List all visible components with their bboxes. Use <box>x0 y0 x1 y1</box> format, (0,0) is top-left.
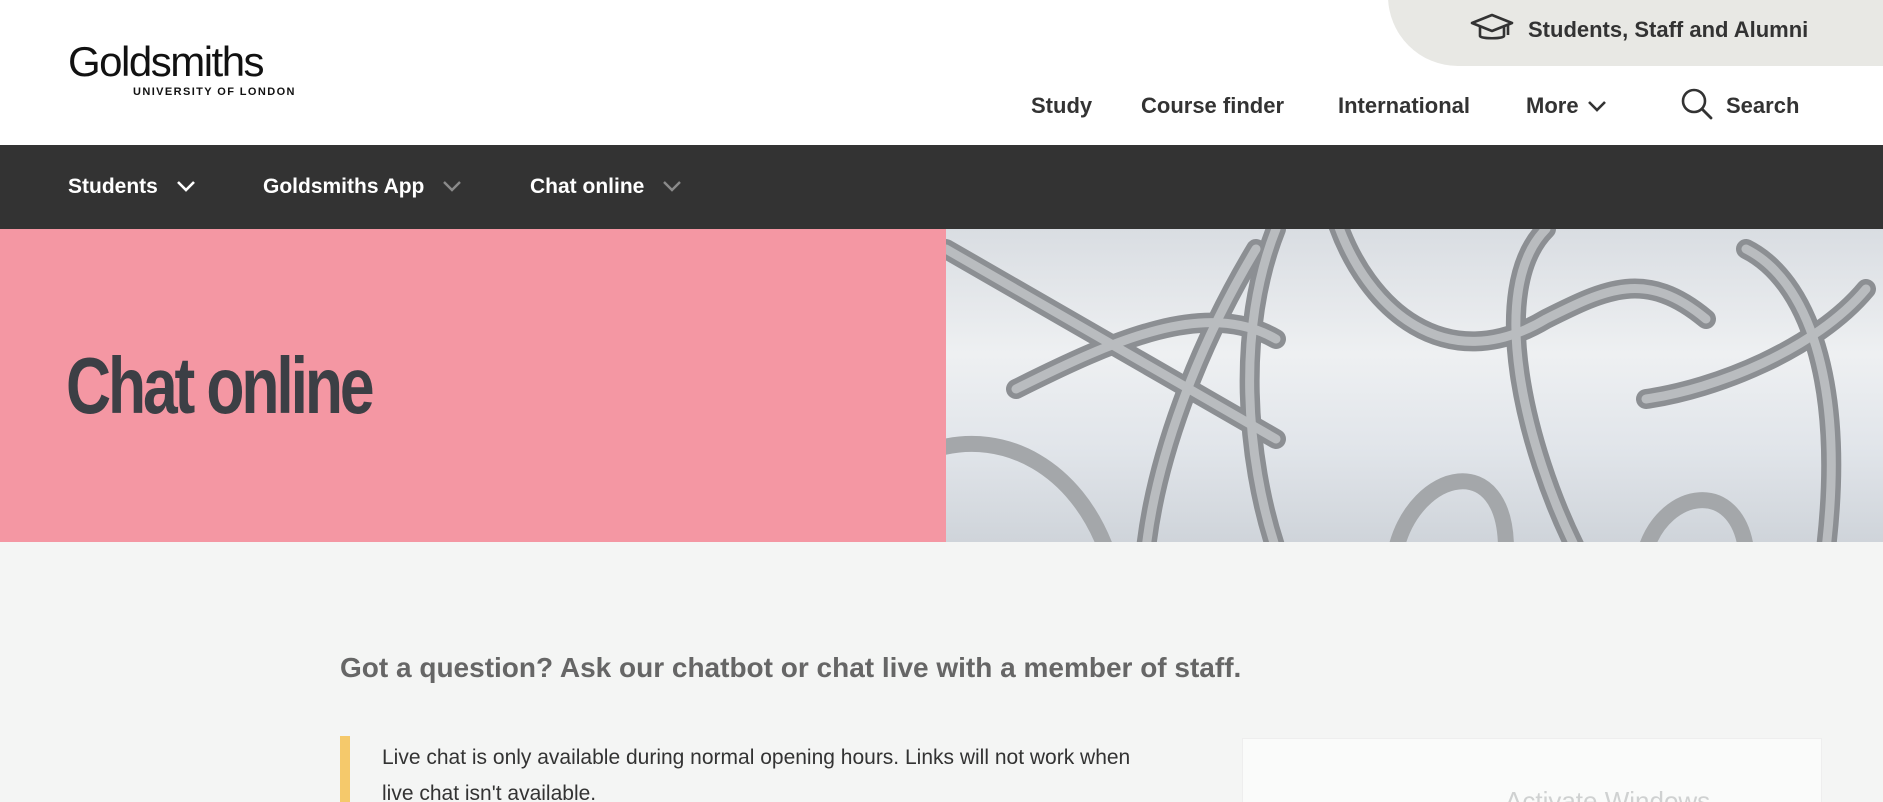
section-nav-label: Goldsmiths App <box>263 175 425 198</box>
nav-item-label: More <box>1526 93 1579 118</box>
section-nav-label: Chat online <box>530 175 645 198</box>
chevron-down-icon <box>442 175 462 199</box>
logo-subtitle: UNIVERSITY OF LONDON <box>133 86 296 98</box>
section-nav-students[interactable]: Students <box>68 145 196 229</box>
section-nav: Students Goldsmiths App Chat online <box>0 145 1883 229</box>
notice-line-2: live chat isn't available. <box>382 782 597 802</box>
audience-link-label: Students, Staff and Alumni <box>1528 17 1809 42</box>
section-nav-goldsmiths-app[interactable]: Goldsmiths App <box>263 145 462 229</box>
intro-text: Got a question? Ask our chatbot or chat … <box>340 652 1242 683</box>
logo-wordmark: Goldsmiths <box>68 38 265 85</box>
nav-item-more[interactable]: More <box>1526 88 1607 124</box>
section-nav-label: Students <box>68 175 158 198</box>
section-nav-chat-online[interactable]: Chat online <box>530 145 682 229</box>
hero-banner: Chat online <box>0 229 946 542</box>
nav-item-study[interactable]: Study <box>1031 88 1092 124</box>
graduation-cap-icon <box>1470 13 1514 48</box>
nav-item-label: International <box>1338 93 1471 118</box>
live-chat-notice: Live chat is only available during norma… <box>340 736 1220 802</box>
page-title: Chat online <box>66 341 375 430</box>
hero-sculpture-image <box>946 229 1883 542</box>
notice-line-1: Live chat is only available during norma… <box>382 746 1131 769</box>
nav-item-course-finder[interactable]: Course finder <box>1141 88 1284 124</box>
search-icon <box>1680 87 1714 126</box>
nav-item-international[interactable]: International <box>1338 88 1470 124</box>
chevron-down-icon <box>1587 93 1607 119</box>
nav-item-label: Study <box>1031 93 1093 118</box>
chevron-down-icon <box>176 175 196 199</box>
notice-text: Live chat is only available during norma… <box>382 736 1220 802</box>
search-label: Search <box>1726 93 1800 118</box>
site-header: Goldsmiths UNIVERSITY OF LONDON Students… <box>0 0 1883 145</box>
chevron-down-icon <box>662 175 682 199</box>
search-button[interactable]: Search <box>1680 88 1799 124</box>
audience-link[interactable]: Students, Staff and Alumni <box>1470 12 1808 48</box>
activate-windows-watermark: Activate Windows <box>1505 786 1711 802</box>
nav-item-label: Course finder <box>1141 93 1285 118</box>
goldsmiths-logo[interactable]: Goldsmiths UNIVERSITY OF LONDON <box>68 40 308 102</box>
